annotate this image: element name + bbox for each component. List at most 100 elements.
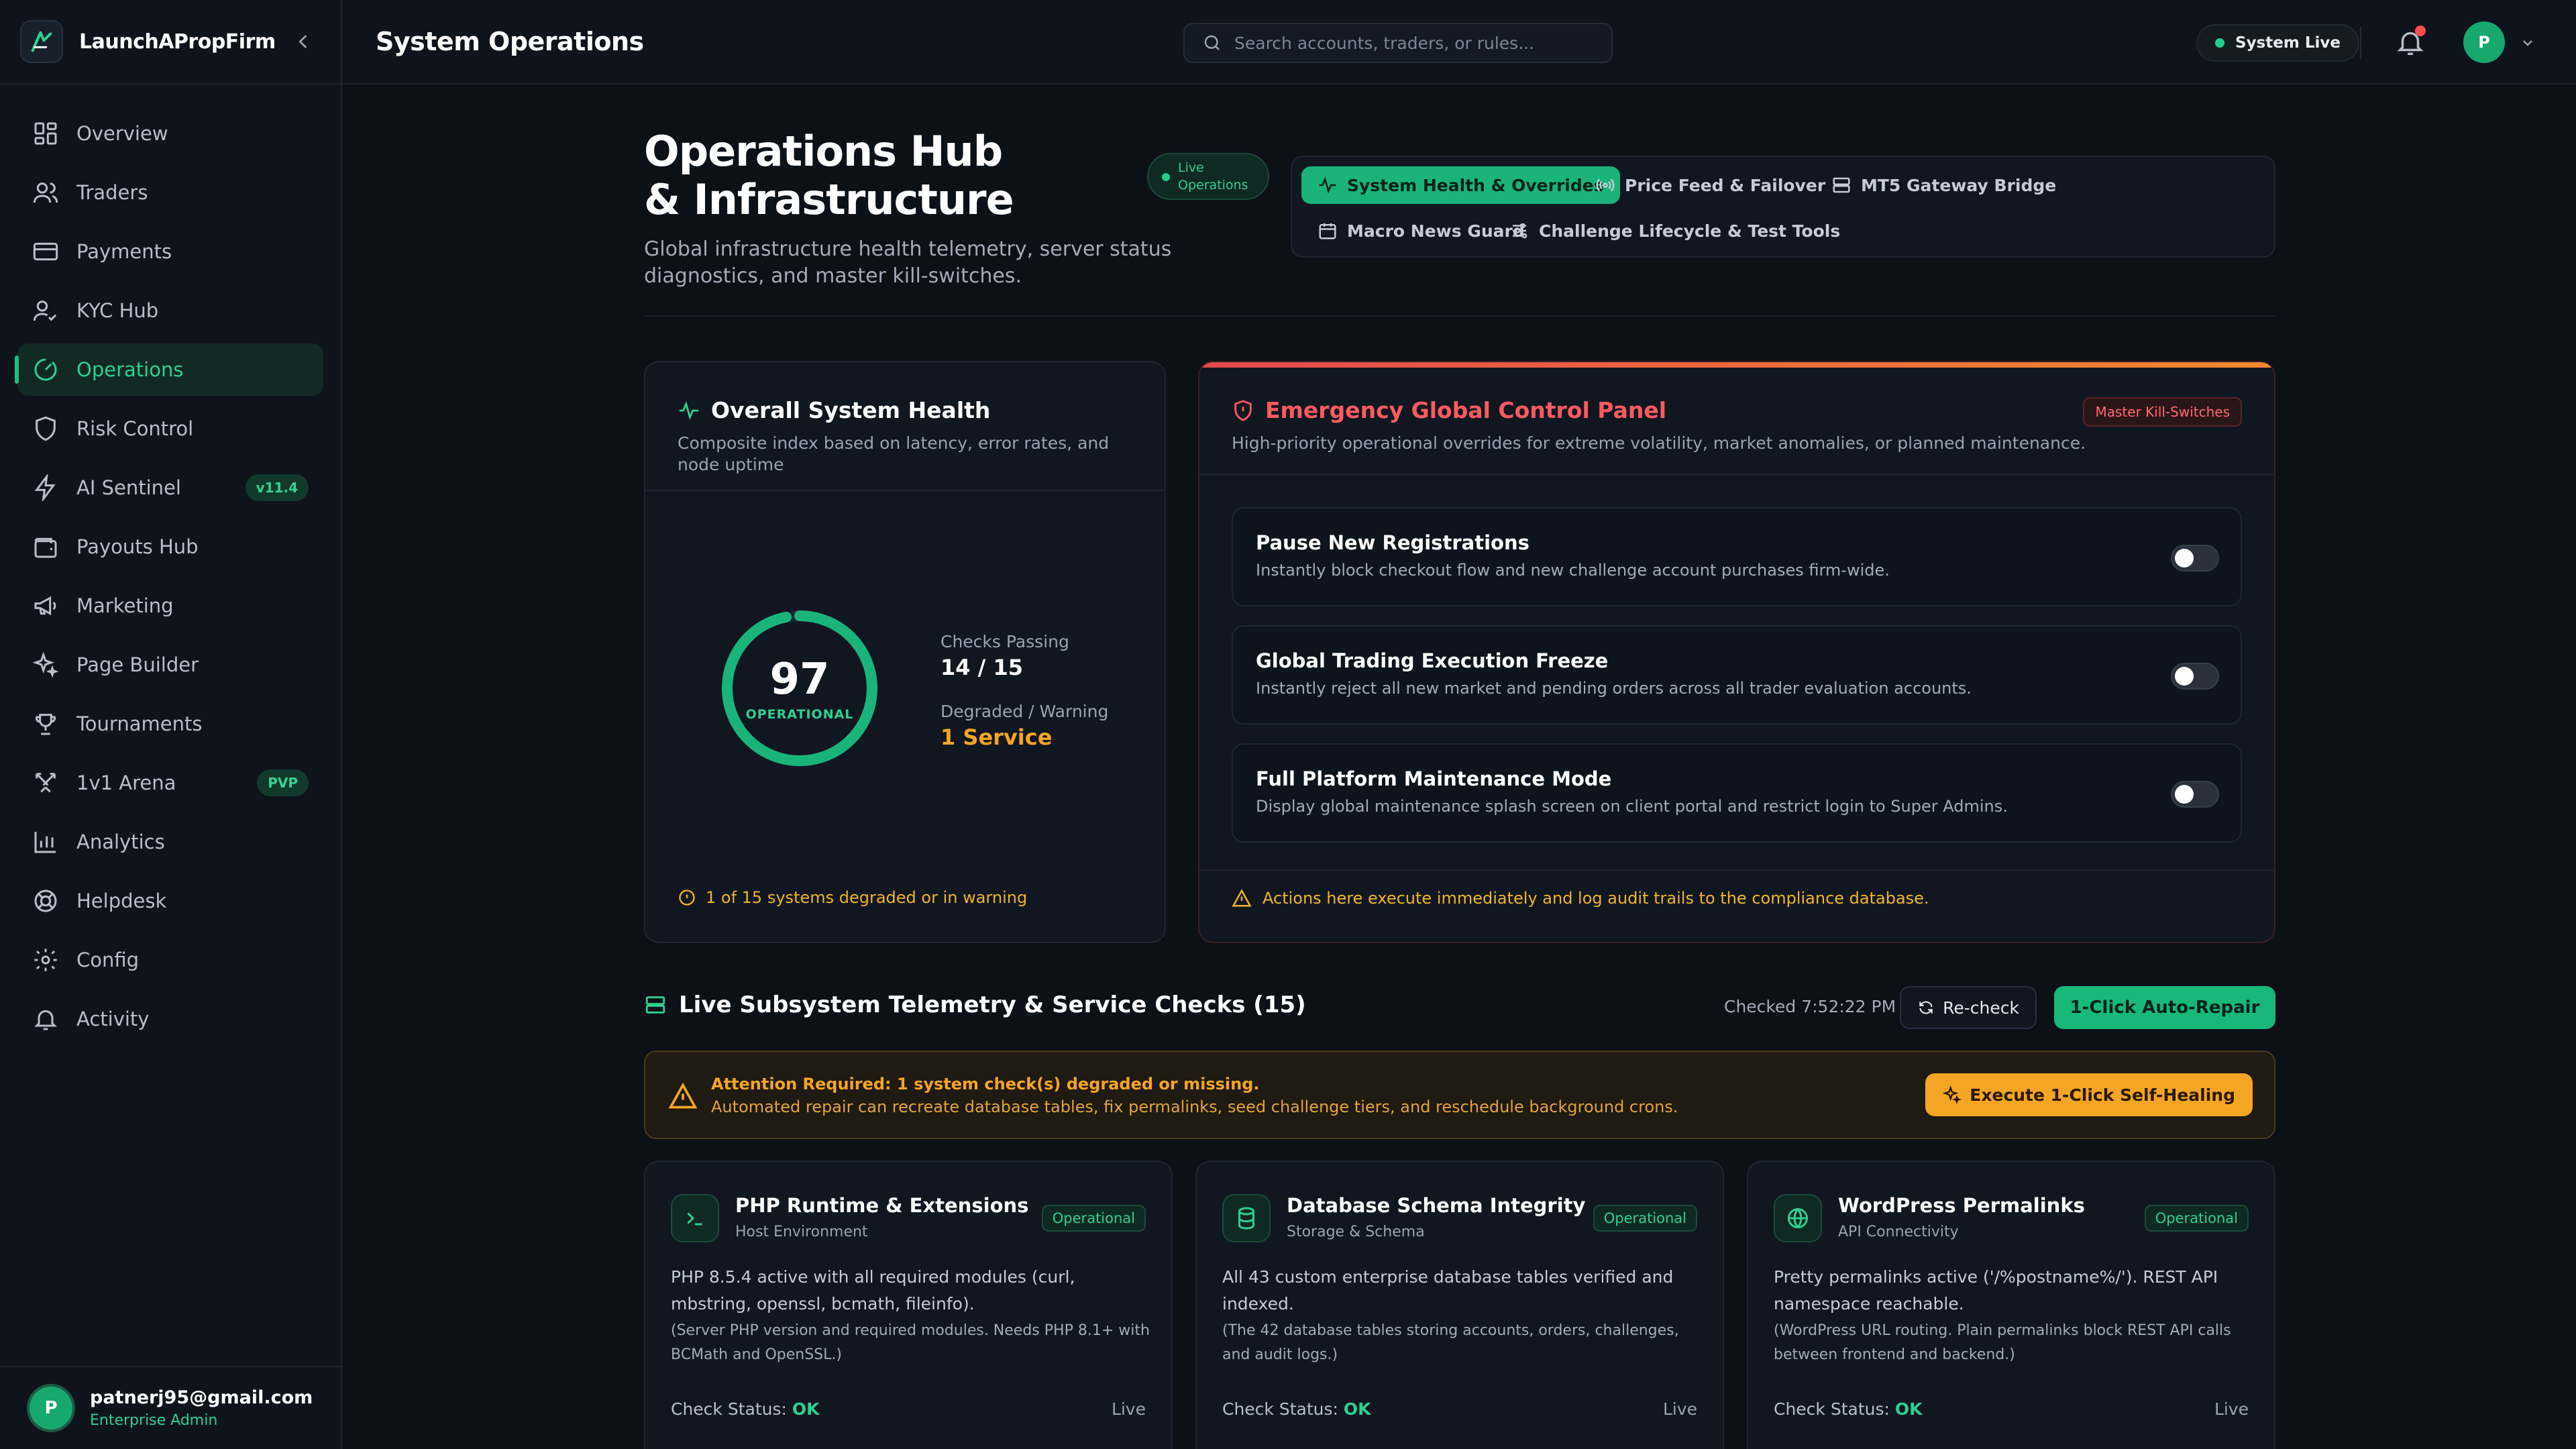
- service-description: All 43 custom enterprise database tables…: [1222, 1267, 1674, 1313]
- hero-title: Operations Hub & Infrastructure: [644, 127, 1014, 224]
- sparkles-icon: [1943, 1085, 1970, 1104]
- user-role: Enterprise Admin: [90, 1412, 218, 1429]
- maintenance-mode-switch[interactable]: [2171, 781, 2219, 808]
- server-icon: [644, 994, 667, 1016]
- check-status: Check Status: OK: [1222, 1399, 1371, 1419]
- degraded-value: 1 Service: [941, 724, 1053, 750]
- calendar-icon: [1318, 221, 1347, 241]
- avatar: P: [27, 1384, 75, 1432]
- divider: [2360, 27, 2361, 59]
- self-healing-button[interactable]: Execute 1-Click Self-Healing: [1925, 1073, 2253, 1116]
- check-status-label: Check Status:: [671, 1399, 787, 1419]
- tab-system-health[interactable]: System Health & Overrides: [1301, 166, 1620, 204]
- tab-bar: System Health & Overrides Price Feed & F…: [1291, 156, 2275, 258]
- service-description: Pretty permalinks active ('/%postname%/'…: [1774, 1267, 2218, 1313]
- sidebar-item-analytics[interactable]: Analytics: [17, 816, 323, 868]
- server-icon: [1831, 175, 1861, 195]
- sidebar-item-overview[interactable]: Overview: [17, 107, 323, 160]
- recheck-button[interactable]: Re-check: [1900, 986, 2037, 1029]
- divider: [1199, 869, 2274, 871]
- degraded-label: Degraded / Warning: [941, 702, 1109, 721]
- live-indicator: Live: [2214, 1399, 2249, 1419]
- sidebar-item-ai-sentinel[interactable]: AI Sentinel v11.4: [17, 462, 323, 514]
- control-title: Emergency Global Control Panel: [1265, 397, 1667, 423]
- avatar[interactable]: P: [2463, 21, 2505, 63]
- service-card-php: PHP Runtime & Extensions Host Environmen…: [644, 1161, 1173, 1449]
- notification-dot: [2415, 25, 2426, 36]
- auto-repair-button[interactable]: 1-Click Auto-Repair: [2054, 986, 2275, 1029]
- warning-triangle-icon: [1232, 888, 1252, 908]
- tab-challenge-lifecycle[interactable]: Challenge Lifecycle & Test Tools: [1493, 212, 1856, 250]
- chevron-down-icon[interactable]: [2520, 35, 2536, 51]
- sidebar-item-tournaments[interactable]: Tournaments: [17, 698, 323, 750]
- system-status-badge: System Live: [2196, 24, 2359, 62]
- divider: [645, 490, 1165, 491]
- sidebar-item-operations[interactable]: Operations: [15, 343, 323, 396]
- sidebar-item-marketing[interactable]: Marketing: [17, 580, 323, 632]
- service-note: (The 42 database tables storing accounts…: [1222, 1322, 1679, 1363]
- switch-knob: [2175, 667, 2194, 686]
- sidebar-item-helpdesk[interactable]: Helpdesk: [17, 875, 323, 927]
- switch-knob: [2175, 549, 2194, 568]
- brand: LaunchAPropFirm: [0, 0, 341, 85]
- toggle-description: Instantly block checkout flow and new ch…: [1256, 561, 1890, 580]
- sidebar-item-page-builder[interactable]: Page Builder: [17, 639, 323, 691]
- sidebar-item-payments[interactable]: Payments: [17, 225, 323, 278]
- check-status-label: Check Status:: [1222, 1399, 1338, 1419]
- topbar: System Operations System Live P: [342, 0, 2576, 85]
- megaphone-icon: [32, 592, 59, 619]
- health-title: Overall System Health: [711, 397, 991, 423]
- page-title: System Operations: [376, 27, 644, 56]
- refresh-icon: [1917, 999, 1943, 1016]
- sidebar-item-1v1-arena[interactable]: 1v1 Arena PVP: [17, 757, 323, 809]
- sidebar-item-label: Analytics: [76, 830, 165, 853]
- brand-logo-icon[interactable]: [20, 20, 63, 63]
- health-footer: 1 of 15 systems degraded or in warning: [678, 888, 1027, 907]
- sidebar-nav: Overview Traders Payments KYC Hub Operat…: [0, 85, 341, 1045]
- tab-mt5-gateway[interactable]: MT5 Gateway Bridge: [1815, 166, 2072, 204]
- sidebar-item-label: Operations: [76, 358, 184, 381]
- sidebar-item-risk-control[interactable]: Risk Control: [17, 402, 323, 455]
- tab-price-feed[interactable]: Price Feed & Failover: [1579, 166, 1841, 204]
- collapse-sidebar-icon[interactable]: [294, 32, 313, 51]
- database-icon: [1222, 1194, 1271, 1242]
- search-input[interactable]: [1234, 33, 1594, 53]
- pause-registrations-switch[interactable]: [2171, 545, 2219, 572]
- sidebar-item-label: Overview: [76, 122, 168, 145]
- alert-description: Automated repair can recreate database t…: [711, 1097, 1678, 1116]
- sidebar-item-traders[interactable]: Traders: [17, 166, 323, 219]
- sidebar-item-label: Marketing: [76, 594, 174, 617]
- service-name: PHP Runtime & Extensions: [735, 1194, 1029, 1217]
- telemetry-title: Live Subsystem Telemetry & Service Check…: [679, 991, 1306, 1018]
- self-healing-label: Execute 1-Click Self-Healing: [1970, 1085, 2235, 1105]
- sidebar-item-config[interactable]: Config: [17, 934, 323, 986]
- sidebar-item-payouts-hub[interactable]: Payouts Hub: [17, 521, 323, 573]
- trading-freeze-switch[interactable]: [2171, 663, 2219, 690]
- sidebar: LaunchAPropFirm Overview Traders Payment…: [0, 0, 342, 1449]
- credit-card-icon: [32, 238, 59, 265]
- user-profile[interactable]: P patnerj95@gmail.com Enterprise Admin: [0, 1366, 341, 1449]
- globe-icon: [1774, 1194, 1822, 1242]
- divider: [1199, 474, 2274, 475]
- bar-chart-icon: [32, 828, 59, 855]
- user-info: patnerj95@gmail.com Enterprise Admin: [90, 1387, 313, 1429]
- user-email: patnerj95@gmail.com: [90, 1387, 313, 1408]
- service-category: Storage & Schema: [1287, 1224, 1425, 1240]
- last-checked-timestamp: Checked 7:52:22 PM: [1724, 997, 1896, 1016]
- check-status-value: OK: [792, 1399, 820, 1419]
- warning-triangle-icon: [668, 1081, 698, 1111]
- live-indicator: Live: [1662, 1399, 1697, 1419]
- lifebuoy-icon: [32, 888, 59, 914]
- tab-label: System Health & Overrides: [1347, 175, 1604, 195]
- version-badge: v11.4: [245, 474, 309, 501]
- search-bar[interactable]: [1183, 23, 1613, 63]
- check-status-value: OK: [1343, 1399, 1371, 1419]
- sidebar-item-kyc-hub[interactable]: KYC Hub: [17, 284, 323, 337]
- radio-icon: [1595, 175, 1625, 195]
- toggle-description: Display global maintenance splash screen…: [1256, 797, 2008, 816]
- service-category: Host Environment: [735, 1224, 868, 1240]
- sidebar-item-label: Page Builder: [76, 653, 199, 676]
- service-note: (WordPress URL routing. Plain permalinks…: [1774, 1322, 2231, 1363]
- toggle-title: Pause New Registrations: [1256, 531, 1529, 554]
- sidebar-item-activity[interactable]: Activity: [17, 993, 323, 1045]
